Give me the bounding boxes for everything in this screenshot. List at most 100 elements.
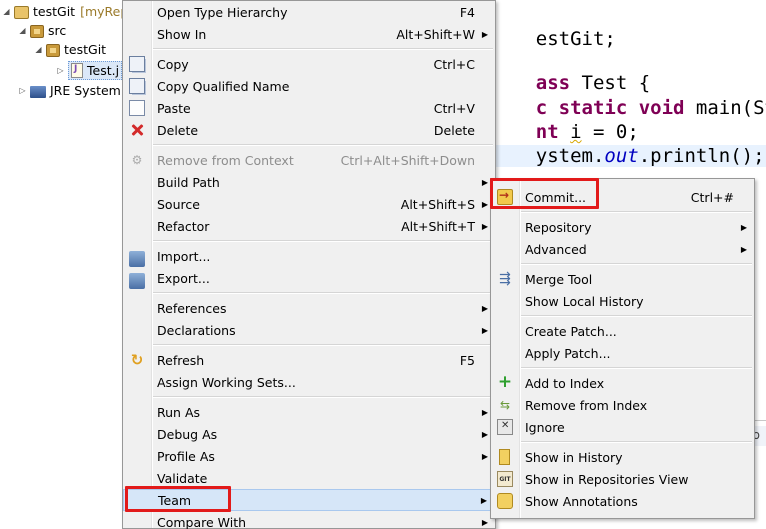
menu-item-copy[interactable]: Copy Ctrl+C — [123, 53, 495, 75]
project-label: testGit — [33, 3, 76, 19]
menu-separator — [123, 341, 495, 349]
menu-item-delete[interactable]: Delete Delete — [123, 119, 495, 141]
menu-label: Compare With — [157, 514, 247, 529]
menu-item-ignore[interactable]: Ignore — [491, 416, 754, 438]
context-menu: Open Type Hierarchy F4 Show In Alt+Shift… — [122, 0, 496, 529]
menu-label: Merge Tool — [525, 271, 593, 287]
menu-separator — [123, 237, 495, 245]
project-icon — [14, 5, 29, 19]
menu-accelerator: Alt+Shift+T — [401, 218, 475, 234]
code-text: ystem. — [535, 145, 605, 167]
menu-item-profile-as[interactable]: Profile As ▶ — [123, 445, 495, 467]
menu-label: Copy Qualified Name — [157, 78, 290, 94]
submenu-arrow-icon: ▶ — [481, 517, 488, 527]
tree-file-row[interactable]: ▷ Test.j — [56, 60, 123, 80]
menu-label: Source — [157, 196, 200, 212]
menu-item-show-in[interactable]: Show In Alt+Shift+W ▶ — [123, 23, 495, 45]
menu-item-merge-tool[interactable]: ⇶ Merge Tool — [491, 268, 754, 290]
collapse-icon[interactable]: ◢ — [2, 7, 11, 16]
submenu-arrow-icon: ▶ — [481, 303, 488, 313]
package-explorer: ◢ testGit [myRep ◢ src ◢ testGit ▷ Test.… — [0, 0, 128, 529]
menu-label: Show Annotations — [525, 493, 638, 509]
remove-from-index-icon: ⇆ — [499, 398, 511, 412]
import-icon — [129, 251, 145, 267]
code-line-3: c static void main(Stri — [490, 72, 766, 119]
ignore-icon — [497, 419, 513, 435]
menu-separator — [491, 438, 754, 446]
menu-accelerator: Alt+Shift+S — [400, 196, 475, 212]
file-label: Test.j — [87, 62, 120, 78]
menu-separator — [123, 289, 495, 297]
collapse-icon[interactable]: ◢ — [34, 45, 43, 54]
menu-item-apply-patch[interactable]: Apply Patch... — [491, 342, 754, 364]
menu-label: Ignore — [525, 419, 565, 435]
menu-item-advanced[interactable]: Advanced ▶ — [491, 238, 754, 260]
menu-separator — [123, 45, 495, 53]
submenu-arrow-icon: ▶ — [481, 199, 488, 209]
menu-item-show-local-history[interactable]: Show Local History — [491, 290, 754, 312]
menu-accelerator: Ctrl+C — [433, 56, 475, 72]
menu-separator — [491, 312, 754, 320]
submenu-arrow-icon: ▶ — [481, 407, 488, 417]
menu-item-copy-qualified-name[interactable]: Copy Qualified Name — [123, 75, 495, 97]
menu-label: Show Local History — [525, 293, 644, 309]
menu-label: Create Patch... — [525, 323, 617, 339]
tree-package-row[interactable]: ◢ testGit — [34, 39, 106, 59]
menu-item-declarations[interactable]: Declarations ▶ — [123, 319, 495, 341]
expand-icon[interactable]: ▷ — [56, 66, 65, 75]
menu-item-open-type-hierarchy[interactable]: Open Type Hierarchy F4 — [123, 1, 495, 23]
menu-accelerator: Ctrl+# — [690, 189, 734, 205]
submenu-arrow-icon: ▶ — [481, 29, 488, 39]
selected-file[interactable]: Test.j — [68, 60, 123, 80]
history-icon — [499, 449, 510, 465]
menu-item-import[interactable]: Import... — [123, 245, 495, 267]
tree-project-row[interactable]: ◢ testGit [myRep — [2, 1, 128, 21]
menu-label: Remove from Index — [525, 397, 648, 413]
menu-item-remove-from-index[interactable]: ⇆ Remove from Index — [491, 394, 754, 416]
menu-item-refresh[interactable]: ↻ Refresh F5 — [123, 349, 495, 371]
menu-label: Remove from Context — [157, 152, 294, 168]
menu-item-show-in-history[interactable]: Show in History — [491, 446, 754, 468]
menu-label: Advanced — [525, 241, 587, 257]
menu-item-compare-with[interactable]: Compare With ▶ — [123, 511, 495, 529]
menu-label: Refactor — [157, 218, 210, 234]
menu-item-run-as[interactable]: Run As ▶ — [123, 401, 495, 423]
menu-label: References — [157, 300, 227, 316]
menu-label: Assign Working Sets... — [157, 374, 296, 390]
expand-icon[interactable]: ▷ — [18, 86, 27, 95]
menu-item-repository[interactable]: Repository ▶ — [491, 216, 754, 238]
git-repository-icon: GIT — [497, 471, 513, 487]
delete-icon — [129, 122, 145, 138]
menu-item-paste[interactable]: Paste Ctrl+V — [123, 97, 495, 119]
menu-item-source[interactable]: Source Alt+Shift+S ▶ — [123, 193, 495, 215]
tree-jre-row[interactable]: ▷ JRE System — [18, 80, 121, 100]
menu-item-show-annotations[interactable]: Show Annotations — [491, 490, 754, 512]
collapse-icon[interactable]: ◢ — [18, 26, 27, 35]
menu-separator — [491, 260, 754, 268]
menu-label: Declarations — [157, 322, 236, 338]
menu-item-build-path[interactable]: Build Path ▶ — [123, 171, 495, 193]
menu-separator — [123, 141, 495, 149]
menu-item-assign-working-sets[interactable]: Assign Working Sets... — [123, 371, 495, 393]
copy-qualified-name-icon — [129, 78, 145, 94]
team-submenu: Commit... Ctrl+# Repository ▶ Advanced ▶… — [490, 178, 755, 519]
menu-item-create-patch[interactable]: Create Patch... — [491, 320, 754, 342]
merge-icon: ⇶ — [499, 271, 511, 287]
copy-icon — [129, 56, 145, 72]
submenu-arrow-icon: ▶ — [481, 451, 488, 461]
menu-label: Repository — [525, 219, 592, 235]
menu-separator — [491, 364, 754, 372]
submenu-arrow-icon: ▶ — [481, 221, 488, 231]
menu-label: Paste — [157, 100, 191, 116]
tree-src-row[interactable]: ◢ src — [18, 20, 66, 40]
menu-label: Copy — [157, 56, 189, 72]
jre-label: JRE System — [50, 82, 121, 98]
menu-item-show-in-repositories-view[interactable]: GIT Show in Repositories View — [491, 468, 754, 490]
menu-item-refactor[interactable]: Refactor Alt+Shift+T ▶ — [123, 215, 495, 237]
paste-icon — [129, 100, 145, 116]
menu-item-debug-as[interactable]: Debug As ▶ — [123, 423, 495, 445]
menu-item-references[interactable]: References ▶ — [123, 297, 495, 319]
menu-item-export[interactable]: Export... — [123, 267, 495, 289]
code-text: .println(); — [638, 145, 765, 167]
menu-item-add-to-index[interactable]: + Add to Index — [491, 372, 754, 394]
